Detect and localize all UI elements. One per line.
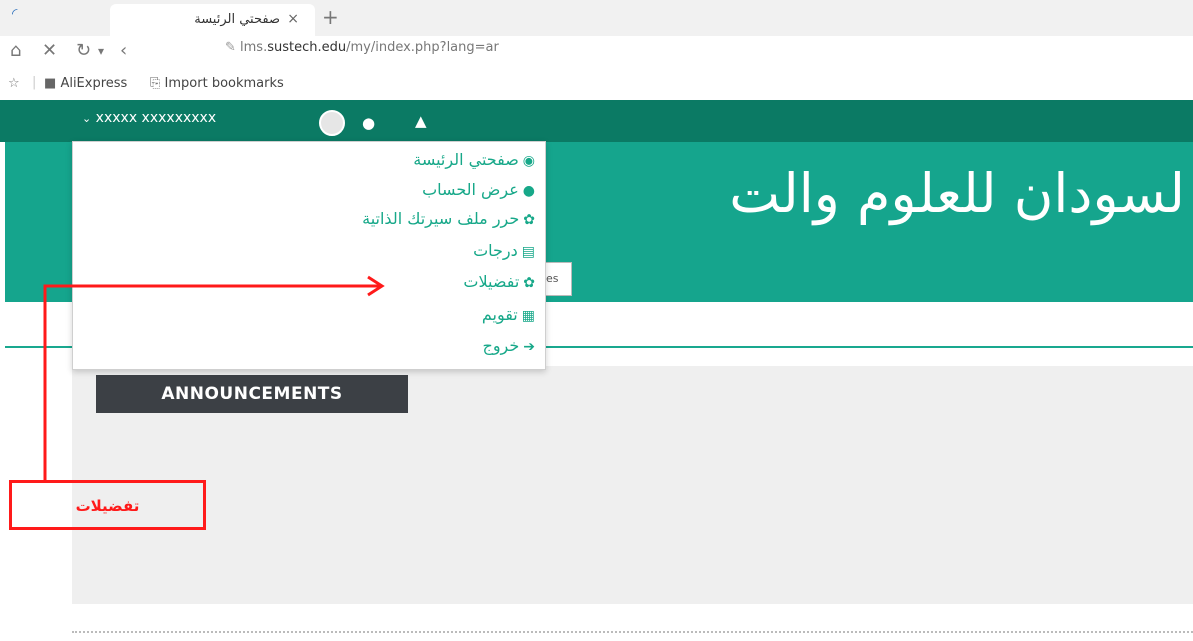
annotation-label: تفضيلات (75, 497, 140, 515)
annotation-arrow (43, 275, 385, 480)
annotation-callout: تفضيلات (9, 480, 206, 530)
